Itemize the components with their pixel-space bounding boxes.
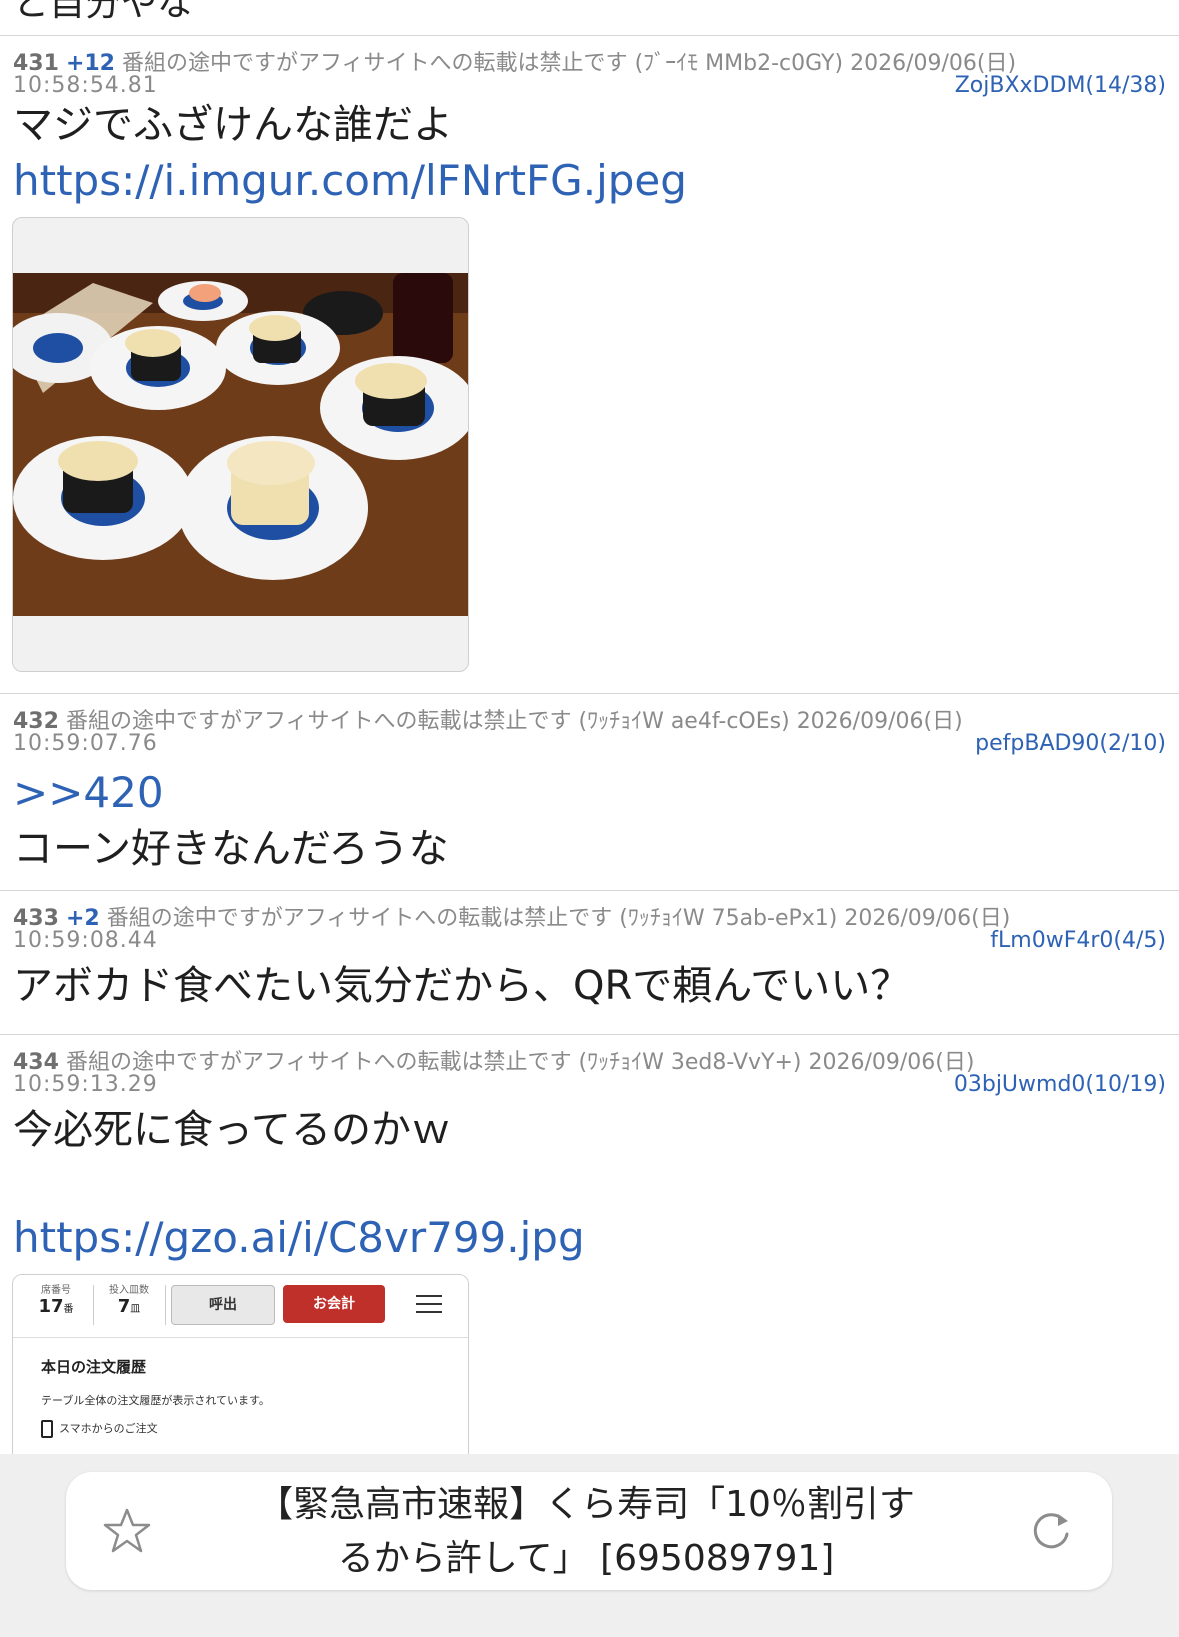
- history-description: テーブル全体の注文履歴が表示されています。: [41, 1394, 270, 1407]
- poster-id[interactable]: ZojBXxDDM(14/38): [955, 73, 1166, 98]
- post-header: 434 番組の途中ですがアフィサイトへの転載は禁止です (ﾜｯﾁｮｲW 3ed8…: [0, 1034, 1179, 1097]
- poster-tag: (ﾌﾞｰｲﾓ MMb2-c0GY): [634, 51, 844, 76]
- image-thumbnail[interactable]: [12, 217, 469, 672]
- smartphone-icon: [41, 1420, 53, 1438]
- sushi-photo: [13, 273, 468, 616]
- poster-id[interactable]: 03bjUwmd0(10/19): [954, 1072, 1166, 1097]
- history-title: 本日の注文履歴: [41, 1358, 147, 1376]
- post-body: マジでふざけんな誰だよ: [13, 102, 453, 148]
- post-date: 2026/09/06(日): [844, 906, 1011, 931]
- post-433: 433 +2 番組の途中ですがアフィサイトへの転載は禁止です (ﾜｯﾁｮｲW 7…: [0, 890, 1179, 1035]
- post-date: 2026/09/06(日): [796, 709, 963, 734]
- thread-title-bar: 【緊急高市速報】くら寿司「10％割引するから許して」 [695089791]: [66, 1472, 1112, 1590]
- post-431: 431 +12 番組の途中ですがアフィサイトへの転載は禁止です (ﾌﾞｰｲﾓ M…: [0, 35, 1179, 694]
- bottom-toolbar: 【緊急高市速報】くら寿司「10％割引するから許して」 [695089791]: [0, 1454, 1179, 1637]
- call-button: 呼出: [171, 1285, 275, 1325]
- poster-id[interactable]: pefpBAD90(2/10): [975, 731, 1166, 756]
- hamburger-menu-icon: [416, 1295, 442, 1313]
- seat-number: 席番号 17番: [38, 1285, 74, 1317]
- post-header: 433 +2 番組の途中ですがアフィサイトへの転載は禁止です (ﾜｯﾁｮｲW 7…: [0, 890, 1179, 953]
- poster-name: 番組の途中ですがアフィサイトへの転載は禁止です: [122, 51, 628, 76]
- image-link[interactable]: https://gzo.ai/i/C8vr799.jpg: [13, 1210, 1179, 1266]
- poster-name: 番組の途中ですがアフィサイトへの転載は禁止です: [106, 906, 613, 931]
- post-432: 432 番組の途中ですがアフィサイトへの転載は禁止です (ﾜｯﾁｮｲW ae4f…: [0, 693, 1179, 891]
- post-body: アボカド食べたい気分だから、QRで頼んでいい？: [13, 963, 911, 1009]
- smartphone-order-row: スマホからのご注文: [41, 1420, 158, 1438]
- previous-post-fragment: と自分やな: [0, 0, 1179, 36]
- poster-tag: (ﾜｯﾁｮｲW 75ab-ePx1): [619, 906, 838, 931]
- post-time: 10:59:08.44: [13, 928, 158, 953]
- thread-title[interactable]: 【緊急高市速報】くら寿司「10％割引するから許して」 [695089791]: [256, 1478, 916, 1586]
- reload-icon[interactable]: [1026, 1506, 1076, 1556]
- post-time: 10:59:13.29: [13, 1072, 158, 1097]
- poster-tag: (ﾜｯﾁｮｲW 3ed8-VvY+): [578, 1050, 802, 1075]
- image-thumbnail[interactable]: 席番号 17番 投入皿数 7皿 呼出 お会計 本日の注文履歴 テーブル全体の注文…: [12, 1274, 469, 1476]
- previous-post-text: と自分やな: [13, 0, 194, 24]
- post-header: 432 番組の途中ですがアフィサイトへの転載は禁止です (ﾜｯﾁｮｲW ae4f…: [0, 693, 1179, 756]
- reply-anchor-link[interactable]: >>420: [13, 765, 1179, 821]
- post-time: 10:58:54.81: [13, 73, 158, 98]
- favorite-star-icon[interactable]: [102, 1506, 152, 1556]
- checkout-button: お会計: [283, 1285, 385, 1323]
- post-434: 434 番組の途中ですがアフィサイトへの転載は禁止です (ﾜｯﾁｮｲW 3ed8…: [0, 1034, 1179, 1476]
- post-header: 431 +12 番組の途中ですがアフィサイトへの転載は禁止です (ﾌﾞｰｲﾓ M…: [0, 35, 1179, 98]
- app-header-bar: 席番号 17番 投入皿数 7皿 呼出 お会計: [13, 1275, 468, 1338]
- post-body: 今必死に食ってるのかｗ: [13, 1107, 451, 1153]
- order-history-panel: 本日の注文履歴 テーブル全体の注文履歴が表示されています。 スマホからのご注文: [13, 1338, 468, 1458]
- post-time: 10:59:07.76: [13, 731, 158, 756]
- plate-count: 投入皿数 7皿: [109, 1285, 149, 1317]
- poster-tag: (ﾜｯﾁｮｲW ae4f-cOEs): [578, 709, 790, 734]
- poster-id[interactable]: fLm0wF4r0(4/5): [990, 928, 1166, 953]
- image-link[interactable]: https://i.imgur.com/lFNrtFG.jpeg: [13, 153, 1179, 209]
- post-body: コーン好きなんだろうな: [13, 826, 449, 872]
- post-date: 2026/09/06(日): [808, 1050, 975, 1075]
